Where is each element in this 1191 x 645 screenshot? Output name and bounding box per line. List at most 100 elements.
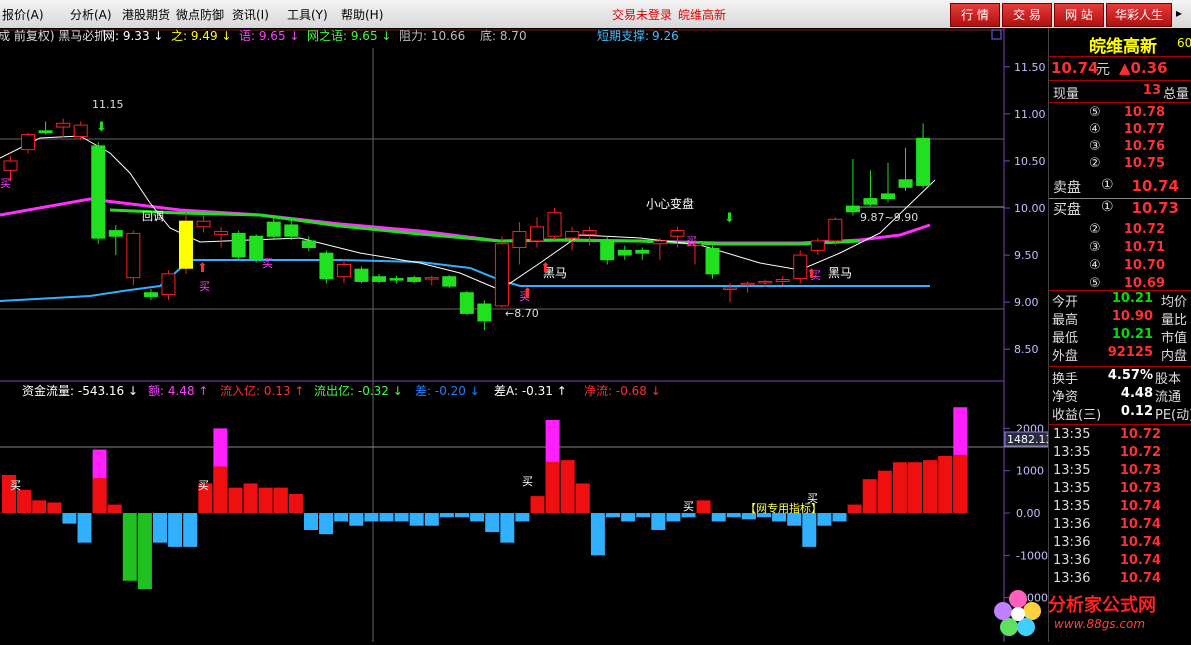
bid-row-2[interactable]: ② 10.72 — [1049, 222, 1191, 240]
indicator-5: 底: 8.70 — [480, 28, 527, 43]
candle-body — [600, 240, 615, 261]
flow-bar — [606, 513, 620, 518]
indicator-1: 之: 9.49 ↓ — [171, 29, 231, 43]
trade-button[interactable]: 交 易 — [1002, 3, 1052, 27]
flow-indicator-2: 流入亿: 0.13 ↑ — [220, 383, 304, 398]
bid-row-3[interactable]: ③ 10.71 — [1049, 240, 1191, 258]
candle-body — [881, 193, 895, 200]
tick-time: 13:35 — [1053, 427, 1091, 442]
huacai-button[interactable]: 华彩人生 — [1106, 3, 1172, 27]
candle-body — [73, 124, 88, 137]
candle-body — [635, 249, 650, 254]
ask-row-5[interactable]: ⑤ 10.78 — [1049, 105, 1191, 123]
fund-row: 换手 4.57% 股本 — [1049, 368, 1191, 387]
flow-bar — [394, 513, 409, 522]
tick-time: 13:35 — [1053, 481, 1091, 496]
last-price: 10.74 — [1051, 59, 1099, 77]
support-value: 9.26 — [652, 29, 679, 43]
flow-bar — [288, 493, 303, 514]
menu-quote[interactable]: 报价(A) — [2, 6, 44, 23]
ask-row-2[interactable]: ② 10.75 — [1049, 156, 1191, 174]
stat-label-right: 市值 — [1161, 331, 1188, 346]
more-icon[interactable]: ▸ — [1176, 6, 1182, 20]
flow-bar — [560, 460, 575, 514]
indicator-4: 阻力: 10.66 — [399, 29, 465, 43]
stat-label: 外盘 — [1052, 349, 1079, 364]
flow-bar — [168, 513, 183, 547]
tick-time: 13:36 — [1053, 535, 1091, 550]
flow-bar — [122, 513, 137, 581]
candle-body — [565, 231, 580, 239]
price-tick-label: 9.50 — [1014, 249, 1039, 262]
candle-body — [301, 240, 316, 249]
stat-row: 外盘 92125 内盘 — [1049, 345, 1191, 364]
buy-mark-2: 买 — [199, 280, 210, 293]
watermark-url: www.88gs.com — [1054, 617, 1146, 631]
tick-row: 13:36 10.74 — [1049, 553, 1191, 571]
chart-title: 成 前复权) 黑马必抓 — [0, 28, 106, 43]
vol-label: 现量 — [1053, 87, 1080, 102]
menu-analysis[interactable]: 分析(A) — [70, 6, 112, 23]
flow-bar — [455, 513, 469, 518]
website-button[interactable]: 网 站 — [1054, 3, 1104, 27]
stat-row: 最低 10.21 市值 — [1049, 327, 1191, 346]
indicator-3: 网之语: 9.65 ↓ — [307, 29, 391, 43]
candle-body — [670, 230, 685, 237]
candle-body — [389, 278, 404, 281]
candle-body — [354, 268, 369, 282]
fund-label-right: PE(动) — [1155, 408, 1191, 423]
candle-body — [916, 137, 931, 186]
bid-level: ④ — [1089, 258, 1101, 273]
flow-bar — [334, 513, 349, 522]
fund-label: 换手 — [1052, 372, 1079, 387]
flow-bar — [228, 487, 243, 514]
ask-row-4[interactable]: ④ 10.77 — [1049, 122, 1191, 140]
watermark: 分析家公式网 www.88gs.com — [990, 585, 1190, 640]
flow-bar — [500, 513, 515, 543]
candle-body — [582, 230, 597, 235]
ask-level: ④ — [1089, 122, 1101, 137]
flow-bar — [938, 455, 953, 514]
candle-body — [775, 279, 790, 282]
bid-price: 10.73 — [1131, 199, 1179, 217]
menu-news[interactable]: 资讯(I) — [232, 6, 269, 23]
bid-price: 10.70 — [1123, 258, 1165, 273]
flow-bar — [651, 513, 666, 530]
candle-body — [108, 230, 123, 237]
kline-chart[interactable]: 成 前复权) 黑马必抓 网: 9.33 ↓ 之: 9.49 ↓ 语: 9.65 ↓ 网… — [0, 28, 1053, 642]
flow-bar — [515, 513, 530, 522]
menu-futures[interactable]: 港股期货 — [122, 6, 170, 23]
stat-row: 今开 10.21 均价 — [1049, 291, 1191, 310]
bid-row-4[interactable]: ④ 10.70 — [1049, 258, 1191, 276]
tick-row: 13:36 10.74 — [1049, 535, 1191, 553]
tick-price: 10.74 — [1119, 571, 1161, 586]
tick-price: 10.74 — [1119, 535, 1161, 550]
candle-body — [3, 160, 18, 171]
flow-bar — [802, 513, 817, 547]
price-change: ▲0.36 — [1119, 59, 1168, 77]
flow-bar — [832, 513, 847, 522]
flow-bar — [304, 513, 318, 530]
menu-defense[interactable]: 微点防御 — [176, 6, 224, 23]
zone-label: 9.87~9.90 — [860, 211, 918, 224]
quote-button[interactable]: 行 情 — [950, 3, 1000, 27]
stat-label-right: 量比 — [1161, 313, 1188, 328]
menu-tools[interactable]: 工具(Y) — [287, 6, 328, 23]
stat-row: 最高 10.90 量比 — [1049, 309, 1191, 328]
flow-bar — [696, 500, 711, 514]
menu-help[interactable]: 帮助(H) — [341, 6, 383, 23]
candle-body — [793, 254, 808, 280]
chart-area[interactable]: 成 前复权) 黑马必抓 网: 9.33 ↓ 之: 9.49 ↓ 语: 9.65 ↓ 网… — [0, 28, 1053, 642]
bid-row-1[interactable]: ① 10.73 — [1049, 199, 1191, 219]
price-tick-label: 11.00 — [1014, 108, 1046, 121]
flow-bar — [485, 513, 500, 533]
flow-bar — [590, 513, 605, 556]
flow-bar — [424, 513, 439, 526]
flow-bar — [153, 513, 167, 543]
stat-value: 92125 — [1107, 345, 1153, 360]
callback-label: 回调 — [142, 210, 164, 223]
candle-body — [249, 235, 264, 260]
candle-body — [863, 198, 878, 205]
watermark-name: 分析家公式网 — [1048, 595, 1156, 616]
ask-row-3[interactable]: ③ 10.76 — [1049, 139, 1191, 157]
